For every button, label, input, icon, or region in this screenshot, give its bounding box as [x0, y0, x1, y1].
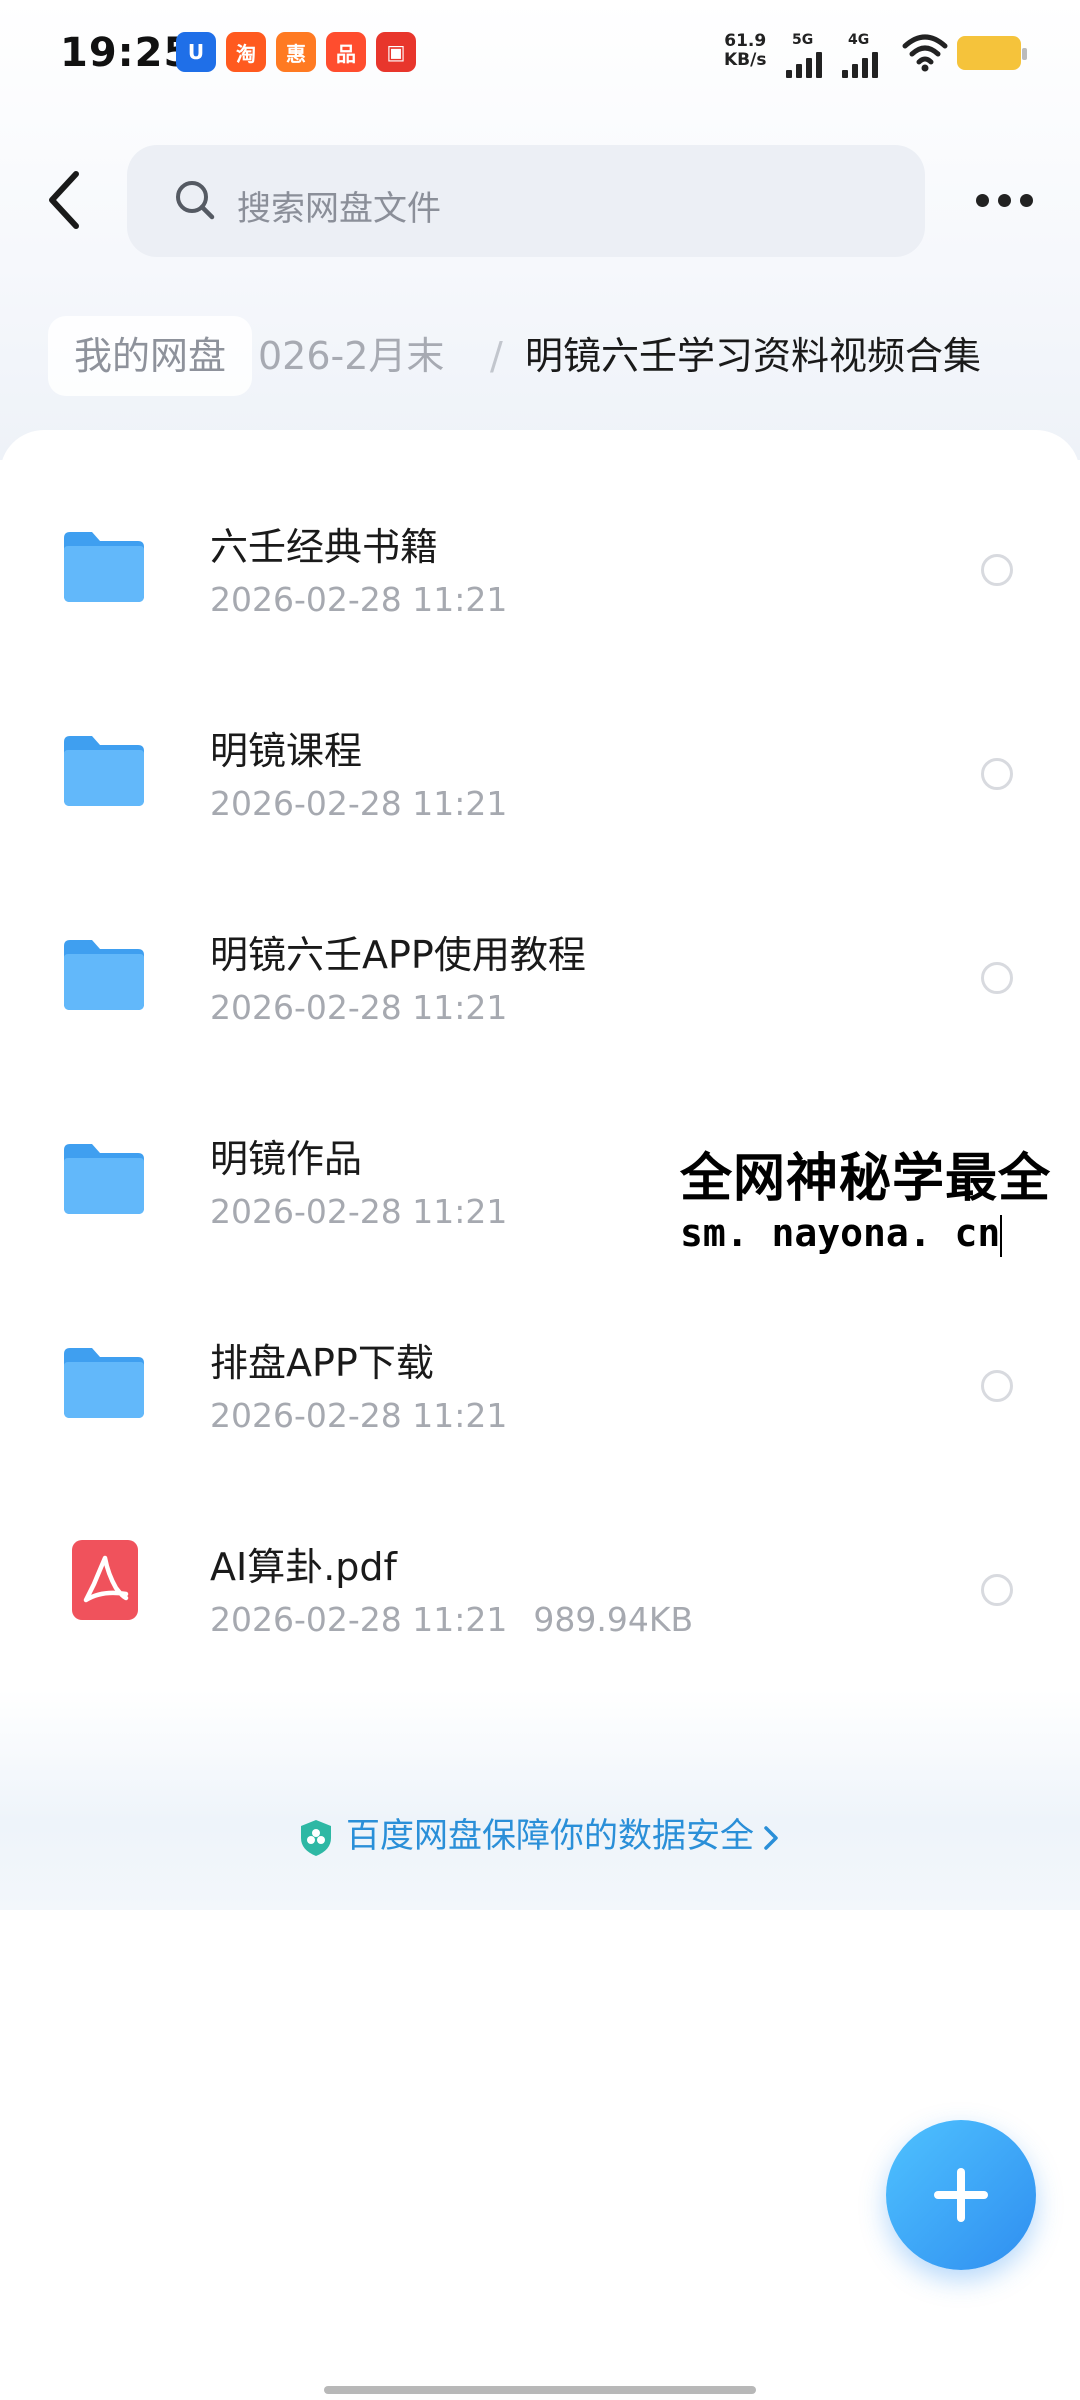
file-row[interactable]: 明镜六壬APP使用教程 2026-02-28 11:21: [0, 858, 1080, 1062]
folder-icon: [64, 940, 144, 1010]
watermark-overlay: 全网神秘学最全 sm. nayona. cn: [672, 1132, 1080, 1257]
app-icon-orange: 惠: [276, 32, 316, 72]
search-icon: [176, 181, 215, 220]
more-dot-icon: [976, 194, 989, 207]
file-name: 明镜六壬APP使用教程: [210, 933, 586, 977]
file-meta: 2026-02-28 11:21: [210, 1192, 507, 1231]
file-date: 2026-02-28 11:21: [210, 1600, 508, 1639]
file-row[interactable]: 明镜课程 2026-02-28 11:21: [0, 654, 1080, 858]
file-name: 明镜课程: [210, 729, 363, 773]
text-cursor: [1000, 1214, 1003, 1257]
file-date: 2026-02-28 11:21: [210, 988, 508, 1027]
select-checkbox[interactable]: [981, 1370, 1013, 1402]
file-size: 989.94KB: [533, 1600, 694, 1639]
file-meta: 2026-02-28 11:21: [210, 1396, 507, 1435]
watermark-url: sm. nayona. cn: [680, 1211, 1003, 1257]
watermark-title: 全网神秘学最全: [680, 1149, 1052, 1209]
select-checkbox[interactable]: [981, 1574, 1013, 1606]
network-speed-value: 61.9: [724, 31, 767, 51]
wifi-icon: [902, 34, 948, 72]
network-speed: 61.9 KB/s: [724, 32, 766, 70]
more-dot-icon: [1020, 194, 1033, 207]
app-icon-red: ▣: [376, 32, 416, 72]
home-indicator[interactable]: [324, 2386, 756, 2394]
folder-icon: [64, 736, 144, 806]
breadcrumb-item-current: 明镜六壬学习资料视频合集: [525, 334, 982, 378]
file-date: 2026-02-28 11:21: [210, 784, 508, 823]
app-icon-red-orange: 品: [326, 32, 366, 72]
file-meta: 2026-02-28 11:21: [210, 988, 507, 1027]
status-time: 19:25: [60, 30, 193, 76]
file-list: 六壬经典书籍 2026-02-28 11:21 明镜课程 2026-02-28 …: [0, 430, 1080, 1730]
select-checkbox[interactable]: [981, 758, 1013, 790]
file-meta: 2026-02-28 11:21: [210, 580, 507, 619]
search-input[interactable]: 搜索网盘文件: [127, 145, 925, 257]
security-link[interactable]: 百度网盘保障你的数据安全: [0, 1808, 1080, 1858]
folder-icon: [64, 1144, 144, 1214]
more-options-button[interactable]: [970, 180, 1040, 220]
shield-icon: [301, 1819, 331, 1856]
notification-icons: U 淘 惠 品 ▣: [176, 32, 416, 72]
battery-icon: [957, 36, 1027, 70]
select-checkbox[interactable]: [981, 554, 1013, 586]
file-meta: 2026-02-28 11:21: [210, 784, 507, 823]
file-date: 2026-02-28 11:21: [210, 580, 508, 619]
more-dot-icon: [998, 194, 1011, 207]
back-arrow-icon: [49, 171, 79, 229]
file-name: 明镜作品: [210, 1137, 363, 1181]
file-date: 2026-02-28 11:21: [210, 1192, 508, 1231]
security-banner: [0, 1690, 1080, 1910]
select-checkbox[interactable]: [981, 962, 1013, 994]
plus-icon: [957, 2168, 965, 2222]
file-name: 六壬经典书籍: [210, 525, 439, 569]
search-placeholder: 搜索网盘文件: [237, 189, 441, 229]
back-button[interactable]: [40, 160, 100, 240]
taobao-icon: 淘: [226, 32, 266, 72]
network-speed-unit: KB/s: [724, 50, 767, 70]
file-row[interactable]: 排盘APP下载 2026-02-28 11:21: [0, 1266, 1080, 1470]
file-name: 排盘APP下载: [210, 1341, 434, 1385]
file-name: AI算卦.pdf: [210, 1545, 397, 1589]
breadcrumb-item-parent[interactable]: 026-2月末: [258, 316, 444, 396]
pdf-file-icon: [72, 1540, 138, 1620]
breadcrumb: 026-2月末 我的网盘 / 明镜六壬学习资料视频合集: [0, 316, 1080, 396]
status-bar: 19:25 U 淘 惠 品 ▣ 61.9 KB/s 5G 4G: [0, 0, 1080, 110]
file-date: 2026-02-28 11:21: [210, 1396, 508, 1435]
add-button[interactable]: [886, 2120, 1036, 2270]
breadcrumb-item-root[interactable]: 我的网盘: [48, 316, 253, 396]
security-text: 百度网盘保障你的数据安全: [346, 1816, 754, 1856]
folder-icon: [64, 532, 144, 602]
breadcrumb-separator: /: [490, 334, 503, 378]
file-row[interactable]: AI算卦.pdf 2026-02-28 11:21 989.94KB: [0, 1470, 1080, 1674]
folder-icon: [64, 1348, 144, 1418]
app-icon-u: U: [176, 32, 216, 72]
file-row[interactable]: 六壬经典书籍 2026-02-28 11:21: [0, 450, 1080, 654]
chevron-right-icon: [764, 1825, 778, 1850]
file-meta: 2026-02-28 11:21 989.94KB: [210, 1600, 693, 1639]
